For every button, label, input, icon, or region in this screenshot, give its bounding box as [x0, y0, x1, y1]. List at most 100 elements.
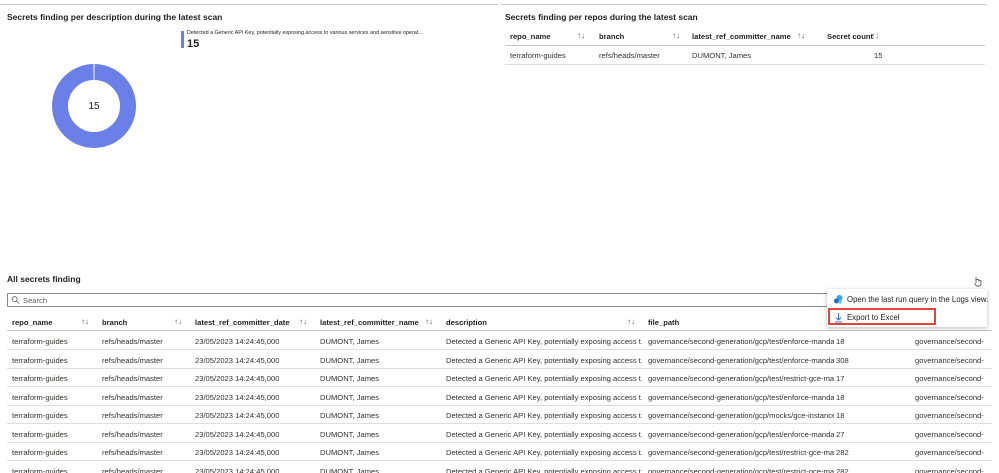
- all-secrets-title: All secrets finding: [7, 274, 81, 284]
- cell-file-path-2: governance/second-: [915, 355, 984, 365]
- table-row[interactable]: terraform-guides refs/heads/master 23/05/2…: [7, 388, 992, 406]
- cell-committer-name: DUMONT, James: [320, 411, 380, 420]
- cell-file-path: governance/second-generation/gcp/test/en…: [648, 392, 834, 402]
- cell-repo-name: terraform-guides: [12, 392, 68, 402]
- cell-count: 18: [836, 411, 845, 420]
- cell-branch: refs/heads/master: [102, 466, 163, 473]
- legend-label: Detected a Generic API Key, potentially …: [187, 30, 423, 36]
- cell-committer-date: 23/05/2023 14:24:45,000: [195, 411, 280, 420]
- column-header-committer-date[interactable]: latest_ref_committer_date: [195, 318, 290, 327]
- cell-committer-name: DUMONT, James: [320, 337, 380, 346]
- donut-section-title: Secrets finding per description during t…: [7, 12, 223, 22]
- cell-file-path-2: governance/second-: [915, 337, 984, 346]
- cell-description: Detected a Generic API Key, potentially …: [446, 466, 642, 473]
- column-header-description[interactable]: description: [446, 318, 487, 327]
- menu-item-open-logs[interactable]: Open the last run query in the Logs view…: [827, 291, 989, 309]
- cell-description: Detected a Generic API Key, potentially …: [446, 448, 642, 457]
- column-header-secret-count[interactable]: Secret count: [827, 32, 873, 41]
- cell-committer-date: 23/05/2023 14:24:45,000: [195, 374, 280, 383]
- column-header-branch[interactable]: branch: [599, 32, 624, 41]
- cell-file-path-2: governance/second-: [915, 448, 984, 457]
- cell-repo-name: terraform-guides: [12, 429, 68, 439]
- table-row[interactable]: terraform-guides refs/heads/master 23/05/2…: [7, 406, 992, 424]
- cell-committer-name: DUMONT, James: [320, 355, 380, 365]
- top-divider-left: [0, 0, 498, 5]
- search-icon: [11, 296, 20, 304]
- cell-description: Detected a Generic API Key, potentially …: [446, 355, 642, 365]
- cell-file-path-2: governance/second-: [915, 466, 984, 473]
- sort-icon[interactable]: ↑↓: [81, 317, 89, 326]
- table-row[interactable]: terraform-guides refs/heads/master 23/05/2…: [7, 369, 992, 387]
- cell-repo-name: terraform-guides: [12, 466, 68, 473]
- sort-icon[interactable]: ↑↓: [577, 31, 585, 40]
- cell-count: 27: [836, 429, 845, 439]
- cell-count: 282: [836, 466, 849, 473]
- cell-description: Detected a Generic API Key, potentially …: [446, 374, 642, 383]
- cell-description: Detected a Generic API Key, potentially …: [446, 392, 642, 402]
- repos-table-header: repo_name ↑↓ branch ↑↓ latest_ref_commit…: [505, 27, 985, 46]
- column-header-file-path[interactable]: file_path: [648, 318, 679, 327]
- cell-count: 282: [836, 448, 849, 457]
- cell-branch: refs/heads/master: [102, 448, 163, 457]
- cell-file-path: governance/second-generation/gcp/test/en…: [648, 355, 834, 365]
- cell-committer-date: 23/05/2023 14:24:45,000: [195, 355, 280, 365]
- cell-branch: refs/heads/master: [102, 392, 163, 402]
- sort-icon[interactable]: ↑↓: [299, 317, 307, 326]
- cell-file-path: governance/second-generation/gcp/test/re…: [648, 466, 834, 473]
- cell-committer-date: 23/05/2023 14:24:45,000: [195, 337, 280, 346]
- cell-count: 18: [836, 392, 845, 402]
- cell-file-path-2: governance/second-: [915, 374, 984, 383]
- legend-value: 15: [187, 38, 200, 50]
- cell-committer-date: 23/05/2023 14:24:45,000: [195, 429, 280, 439]
- table-row[interactable]: terraform-guides refs/heads/master 23/05/2…: [7, 332, 992, 350]
- table-row[interactable]: terraform-guides refs/heads/master DUMON…: [505, 46, 985, 65]
- cell-branch: refs/heads/master: [102, 411, 163, 420]
- cell-repo-name: terraform-guides: [12, 355, 68, 365]
- sort-icon[interactable]: ↑↓: [425, 317, 433, 326]
- column-header-repo-name[interactable]: repo_name: [510, 32, 551, 41]
- cell-repo-name: terraform-guides: [12, 448, 68, 457]
- cell-file-path-2: governance/second-: [915, 392, 984, 402]
- more-actions-icon[interactable]: [972, 275, 984, 287]
- donut-chart[interactable]: 15: [52, 64, 136, 148]
- table-row[interactable]: terraform-guides refs/heads/master 23/05/2…: [7, 443, 992, 461]
- cell-branch: refs/heads/master: [102, 429, 163, 439]
- column-header-committer-name[interactable]: latest_ref_committer_name: [320, 318, 419, 327]
- menu-item-label: Open the last run query in the Logs view…: [847, 295, 989, 304]
- sort-icon[interactable]: ↑↓: [174, 317, 182, 326]
- column-header-repo-name[interactable]: repo_name: [12, 318, 53, 327]
- cell-branch: refs/heads/master: [102, 374, 163, 383]
- cell-file-path: governance/second-generation/gcp/test/en…: [648, 429, 834, 439]
- cell-file-path: governance/second-generation/gcp/test/re…: [648, 448, 834, 457]
- sort-icon[interactable]: ↑↓: [871, 31, 879, 40]
- cell-committer-name: DUMONT, James: [320, 392, 380, 402]
- sort-icon[interactable]: ↑↓: [797, 31, 805, 40]
- logs-icon: [834, 295, 843, 304]
- cell-file-path: governance/second-generation/gcp/test/re…: [648, 374, 834, 383]
- repos-section-title: Secrets finding per repos during the lat…: [505, 12, 698, 22]
- cell-committer-date: 23/05/2023 14:24:45,000: [195, 448, 280, 457]
- cell-committer-name: DUMONT, James: [320, 466, 380, 473]
- search-placeholder: Search: [23, 296, 48, 305]
- cell-count: 18: [836, 337, 845, 346]
- all-secrets-table: repo_name ↑↓ branch ↑↓ latest_ref_commit…: [7, 313, 992, 473]
- table-row[interactable]: terraform-guides refs/heads/master 23/05/2…: [7, 351, 992, 369]
- table-row[interactable]: terraform-guides refs/heads/master 23/05/2…: [7, 462, 992, 473]
- table-row[interactable]: terraform-guides refs/heads/master 23/05/2…: [7, 425, 992, 443]
- sort-icon[interactable]: ↑↓: [672, 31, 680, 40]
- cell-file-path-2: governance/second-: [915, 429, 984, 439]
- cell-description: Detected a Generic API Key, potentially …: [446, 337, 642, 346]
- column-header-branch[interactable]: branch: [102, 318, 127, 327]
- donut-center-value: 15: [88, 100, 100, 112]
- cell-committer-name: DUMONT, James: [320, 448, 380, 457]
- cell-file-path: governance/second-generation/gcp/mocks/g…: [648, 411, 834, 420]
- sort-icon[interactable]: ↑↓: [627, 317, 635, 326]
- cell-repo-name: terraform-guides: [12, 374, 68, 383]
- cell-repo-name: terraform-guides: [12, 411, 68, 420]
- legend-swatch: [181, 31, 184, 48]
- cell-count: 17: [836, 374, 845, 383]
- cell-description: Detected a Generic API Key, potentially …: [446, 429, 642, 439]
- column-header-committer-name[interactable]: latest_ref_committer_name: [692, 32, 791, 41]
- cell-description: Detected a Generic API Key, potentially …: [446, 411, 642, 420]
- cell-file-path: governance/second-generation/gcp/test/en…: [648, 337, 834, 346]
